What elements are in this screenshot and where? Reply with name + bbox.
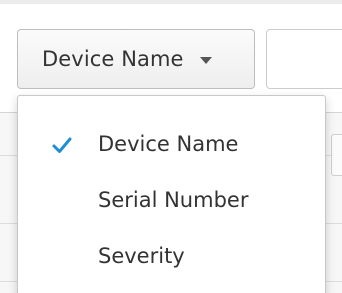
top-divider <box>0 0 342 4</box>
page: Device Name Device Name Serial Number Se… <box>0 0 342 293</box>
menu-item-serial-number[interactable]: Serial Number <box>18 172 325 228</box>
filter-dropdown-menu: Device Name Serial Number Severity <box>17 95 326 293</box>
filter-dropdown-button[interactable]: Device Name <box>17 29 255 89</box>
search-input[interactable] <box>266 29 342 89</box>
menu-item-label: Serial Number <box>98 188 249 212</box>
filter-dropdown-label: Device Name <box>42 47 184 71</box>
menu-item-device-name[interactable]: Device Name <box>18 116 325 172</box>
menu-item-label: Severity <box>98 244 185 268</box>
table-control[interactable] <box>331 134 342 176</box>
caret-down-icon <box>199 56 212 64</box>
check-icon <box>52 137 72 153</box>
menu-item-label: Device Name <box>98 132 239 156</box>
menu-item-severity[interactable]: Severity <box>18 228 325 284</box>
